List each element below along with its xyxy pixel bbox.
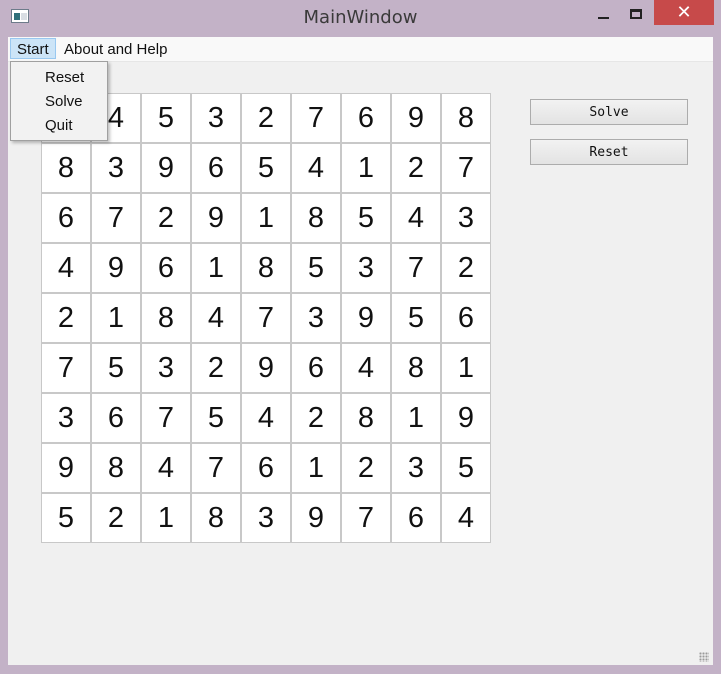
sudoku-cell[interactable]: 6 xyxy=(391,493,441,543)
maximize-button[interactable] xyxy=(622,0,650,28)
sudoku-cell[interactable]: 2 xyxy=(91,493,141,543)
sudoku-cell[interactable]: 2 xyxy=(41,293,91,343)
sudoku-cell[interactable]: 5 xyxy=(341,193,391,243)
minimize-button[interactable] xyxy=(584,0,622,28)
sudoku-cell[interactable]: 8 xyxy=(241,243,291,293)
sudoku-cell[interactable]: 6 xyxy=(191,143,241,193)
sudoku-cell[interactable]: 4 xyxy=(291,143,341,193)
main-window: MainWindow ✕ Start About and Help Reset … xyxy=(0,0,721,674)
sudoku-cell[interactable]: 1 xyxy=(341,143,391,193)
solve-button[interactable]: Solve xyxy=(530,99,688,125)
sudoku-cell[interactable]: 3 xyxy=(91,143,141,193)
sudoku-cell[interactable]: 6 xyxy=(291,343,341,393)
maximize-icon xyxy=(630,9,642,19)
sudoku-cell[interactable]: 9 xyxy=(391,93,441,143)
sudoku-cell[interactable]: 6 xyxy=(41,193,91,243)
menu-about-and-help[interactable]: About and Help xyxy=(64,39,167,60)
resize-grip[interactable] xyxy=(699,652,709,662)
sudoku-cell[interactable]: 8 xyxy=(391,343,441,393)
sudoku-grid: 4532769883965412767291854349618537221847… xyxy=(41,93,491,543)
sudoku-cell[interactable]: 9 xyxy=(91,243,141,293)
sudoku-cell[interactable]: 2 xyxy=(141,193,191,243)
sudoku-cell[interactable]: 7 xyxy=(341,493,391,543)
sudoku-cell[interactable]: 1 xyxy=(141,493,191,543)
sudoku-cell[interactable]: 4 xyxy=(391,193,441,243)
reset-button[interactable]: Reset xyxy=(530,139,688,165)
sudoku-cell[interactable]: 5 xyxy=(191,393,241,443)
sudoku-cell[interactable]: 5 xyxy=(391,293,441,343)
menu-item-reset[interactable]: Reset xyxy=(45,67,84,89)
sudoku-cell[interactable]: 7 xyxy=(191,443,241,493)
sudoku-cell[interactable]: 4 xyxy=(441,493,491,543)
sudoku-cell[interactable]: 5 xyxy=(241,143,291,193)
sudoku-cell[interactable]: 7 xyxy=(41,343,91,393)
sudoku-cell[interactable]: 9 xyxy=(241,343,291,393)
sudoku-cell[interactable]: 7 xyxy=(441,143,491,193)
sudoku-cell[interactable]: 4 xyxy=(191,293,241,343)
sudoku-cell[interactable]: 4 xyxy=(41,243,91,293)
sudoku-cell[interactable]: 3 xyxy=(141,343,191,393)
sudoku-cell[interactable]: 5 xyxy=(141,93,191,143)
sudoku-cell[interactable]: 7 xyxy=(241,293,291,343)
sudoku-cell[interactable]: 2 xyxy=(241,93,291,143)
sudoku-cell[interactable]: 4 xyxy=(241,393,291,443)
sudoku-cell[interactable]: 9 xyxy=(41,443,91,493)
sudoku-cell[interactable]: 9 xyxy=(141,143,191,193)
sudoku-cell[interactable]: 7 xyxy=(141,393,191,443)
sudoku-cell[interactable]: 9 xyxy=(191,193,241,243)
sudoku-cell[interactable]: 2 xyxy=(391,143,441,193)
sudoku-cell[interactable]: 3 xyxy=(391,443,441,493)
sudoku-cell[interactable]: 1 xyxy=(91,293,141,343)
sudoku-cell[interactable]: 2 xyxy=(191,343,241,393)
sudoku-cell[interactable]: 4 xyxy=(141,443,191,493)
sudoku-cell[interactable]: 3 xyxy=(441,193,491,243)
sudoku-cell[interactable]: 7 xyxy=(391,243,441,293)
sudoku-cell[interactable]: 3 xyxy=(341,243,391,293)
sudoku-cell[interactable]: 8 xyxy=(91,443,141,493)
sudoku-cell[interactable]: 9 xyxy=(291,493,341,543)
sudoku-cell[interactable]: 8 xyxy=(291,193,341,243)
sudoku-cell[interactable]: 8 xyxy=(191,493,241,543)
title-bar[interactable]: MainWindow ✕ xyxy=(0,0,721,34)
sudoku-cell[interactable]: 4 xyxy=(341,343,391,393)
sudoku-cell[interactable]: 6 xyxy=(141,243,191,293)
menu-item-quit[interactable]: Quit xyxy=(45,115,73,137)
sudoku-cell[interactable]: 8 xyxy=(141,293,191,343)
sudoku-cell[interactable]: 2 xyxy=(341,443,391,493)
sudoku-cell[interactable]: 6 xyxy=(91,393,141,443)
sudoku-cell[interactable]: 1 xyxy=(241,193,291,243)
sudoku-cell[interactable]: 3 xyxy=(241,493,291,543)
sudoku-cell[interactable]: 1 xyxy=(291,443,341,493)
sudoku-cell[interactable]: 6 xyxy=(341,93,391,143)
sudoku-cell[interactable]: 3 xyxy=(291,293,341,343)
sudoku-cell[interactable]: 5 xyxy=(91,343,141,393)
close-icon: ✕ xyxy=(676,2,692,23)
sudoku-cell[interactable]: 9 xyxy=(441,393,491,443)
sudoku-cell[interactable]: 5 xyxy=(441,443,491,493)
start-dropdown-menu: Reset Solve Quit xyxy=(10,61,108,141)
minimize-icon xyxy=(597,17,609,19)
menu-bar: Start About and Help xyxy=(8,37,713,62)
sudoku-cell[interactable]: 1 xyxy=(191,243,241,293)
sudoku-cell[interactable]: 2 xyxy=(291,393,341,443)
sudoku-cell[interactable]: 3 xyxy=(41,393,91,443)
sudoku-cell[interactable]: 5 xyxy=(41,493,91,543)
sudoku-cell[interactable]: 9 xyxy=(341,293,391,343)
close-button[interactable]: ✕ xyxy=(654,0,714,25)
sudoku-cell[interactable]: 7 xyxy=(291,93,341,143)
sudoku-cell[interactable]: 8 xyxy=(41,143,91,193)
sudoku-cell[interactable]: 1 xyxy=(441,343,491,393)
sudoku-cell[interactable]: 8 xyxy=(441,93,491,143)
sudoku-cell[interactable]: 5 xyxy=(291,243,341,293)
sudoku-cell[interactable]: 2 xyxy=(441,243,491,293)
sudoku-cell[interactable]: 3 xyxy=(191,93,241,143)
menu-item-solve[interactable]: Solve xyxy=(45,91,83,113)
sudoku-cell[interactable]: 1 xyxy=(391,393,441,443)
sudoku-cell[interactable]: 8 xyxy=(341,393,391,443)
sudoku-cell[interactable]: 7 xyxy=(91,193,141,243)
client-area: Start About and Help Reset Solve Quit 45… xyxy=(8,37,713,665)
menu-start[interactable]: Start xyxy=(10,38,56,59)
sudoku-cell[interactable]: 6 xyxy=(441,293,491,343)
sudoku-cell[interactable]: 6 xyxy=(241,443,291,493)
